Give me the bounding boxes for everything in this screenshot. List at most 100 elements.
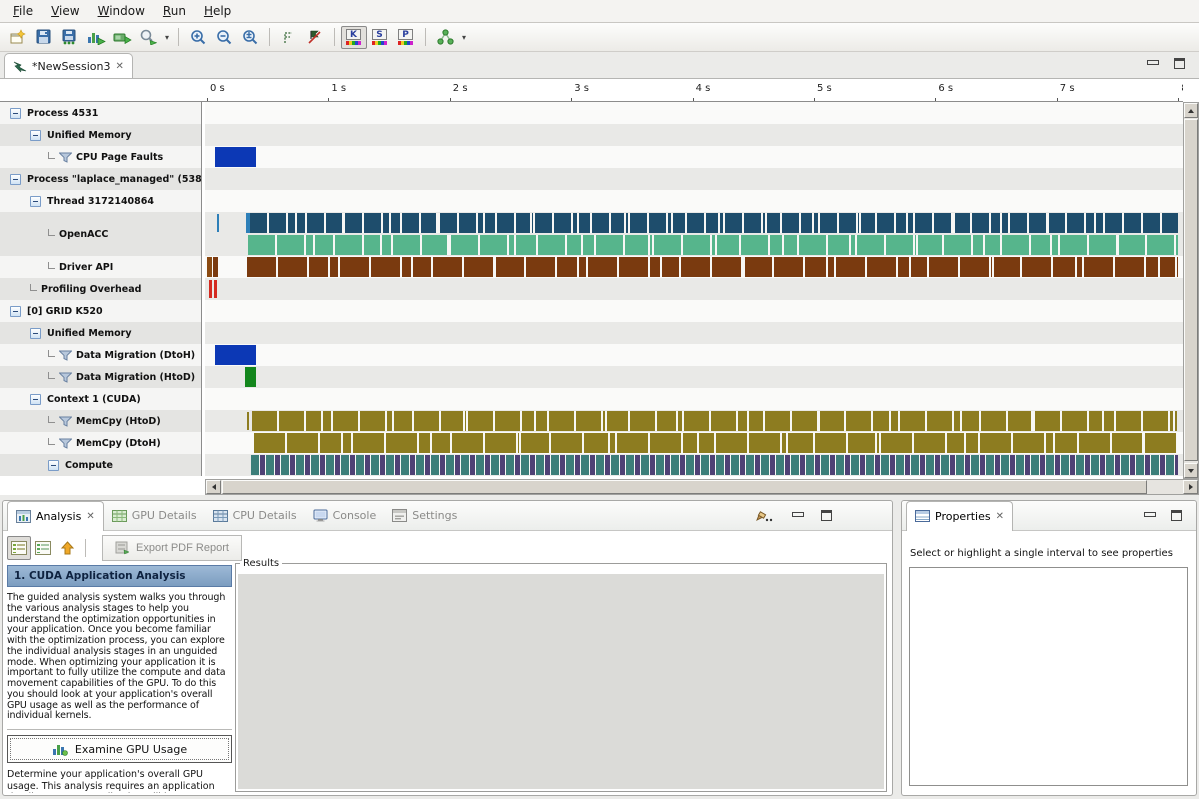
tab-properties[interactable]: Properties ✕ [906, 501, 1013, 531]
row-label-thread-3172140864[interactable]: Thread 3172140864 [0, 190, 201, 212]
timeline-interval[interactable] [247, 257, 1178, 277]
scroll-left-arrow[interactable] [206, 480, 221, 494]
timeline-interval[interactable] [209, 280, 212, 298]
row-label-data-migration-htod[interactable]: Data Migration (HtoD) [0, 366, 201, 388]
collapse-icon[interactable] [10, 174, 21, 185]
scroll-right-arrow[interactable] [1183, 480, 1198, 494]
close-icon[interactable]: ✕ [115, 61, 123, 72]
tab-console[interactable]: Console [305, 501, 385, 530]
analyze-dropdown-button[interactable] [135, 26, 161, 49]
dropdown-caret-icon[interactable]: ▾ [162, 33, 172, 42]
collapse-icon[interactable] [10, 108, 21, 119]
new-session-button[interactable] [5, 26, 31, 49]
menu-window[interactable]: Window [89, 1, 154, 21]
row-track-memcpy-dtoh[interactable] [205, 432, 1183, 454]
horizontal-scroll-thumb[interactable] [222, 480, 1147, 494]
scroll-up-arrow[interactable] [1184, 103, 1198, 118]
row-track-thread-3172140864[interactable] [205, 190, 1183, 212]
timeline-interval[interactable] [248, 235, 1178, 255]
row-track-cpu-page-faults[interactable] [205, 146, 1183, 168]
close-icon[interactable]: ✕ [996, 511, 1004, 522]
collapse-icon[interactable] [10, 306, 21, 317]
tab-newsession3[interactable]: *NewSession3 ✕ [4, 53, 133, 78]
timeline-interval[interactable] [207, 257, 212, 277]
minimize-icon[interactable] [792, 510, 803, 521]
minimize-icon[interactable] [1144, 510, 1155, 521]
menu-view[interactable]: View [42, 1, 88, 21]
resume-application-button[interactable] [109, 26, 135, 49]
row-label-profiling-overhead[interactable]: Profiling Overhead [0, 278, 201, 300]
remove-marker-button[interactable] [302, 26, 328, 49]
tab-gpu-details[interactable]: GPU Details [104, 501, 205, 530]
row-label-unified-memory[interactable]: Unified Memory [0, 322, 201, 344]
maximize-icon[interactable] [1174, 58, 1185, 69]
row-label-memcpy-dtoh[interactable]: MemCpy (DtoH) [0, 432, 201, 454]
unguided-analysis-view-icon[interactable] [31, 536, 55, 560]
collapse-icon[interactable] [30, 130, 41, 141]
profile-application-button[interactable] [83, 26, 109, 49]
maximize-icon[interactable] [1171, 510, 1182, 521]
row-track-compute[interactable] [205, 454, 1183, 476]
row-label-memcpy-htod[interactable]: MemCpy (HtoD) [0, 410, 201, 432]
close-icon[interactable]: ✕ [86, 511, 94, 522]
save-all-button[interactable] [57, 26, 83, 49]
tab-settings[interactable]: Settings [384, 501, 465, 530]
row-track-unified-memory[interactable] [205, 124, 1183, 146]
timeline-interval[interactable] [213, 257, 218, 277]
timeline-interval[interactable] [217, 214, 219, 232]
timeline-interval[interactable] [254, 433, 1177, 453]
row-label-openacc[interactable]: OpenACC [0, 212, 201, 256]
maximize-icon[interactable] [821, 510, 832, 521]
color-by-process-button[interactable]: P [393, 26, 419, 49]
goto-source-marker-button[interactable] [276, 26, 302, 49]
row-label-compute[interactable]: Compute [0, 454, 201, 476]
color-by-stream-button[interactable]: S [367, 26, 393, 49]
row-label-data-migration-dtoh[interactable]: Data Migration (DtoH) [0, 344, 201, 366]
vertical-scrollbar[interactable] [1183, 102, 1199, 479]
row-label-cpu-page-faults[interactable]: CPU Page Faults [0, 146, 201, 168]
timeline-interval[interactable] [250, 213, 1177, 233]
zoom-out-button[interactable] [211, 26, 237, 49]
row-track-driver-api[interactable] [205, 256, 1183, 278]
dropdown-caret-icon[interactable]: ▾ [459, 33, 469, 42]
row-label-0-grid-k520[interactable]: [0] GRID K520 [0, 300, 201, 322]
row-label-context-1-cuda[interactable]: Context 1 (CUDA) [0, 388, 201, 410]
zoom-reset-button[interactable] [237, 26, 263, 49]
minimize-icon[interactable] [1147, 58, 1158, 69]
row-track-process-4531[interactable] [205, 102, 1183, 124]
row-track-openacc[interactable] [205, 212, 1183, 256]
timeline-interval[interactable] [252, 411, 1177, 431]
collapse-icon[interactable] [30, 394, 41, 405]
row-label-process-4531[interactable]: Process 4531 [0, 102, 201, 124]
timeline-interval[interactable] [215, 345, 255, 365]
timeline-ruler[interactable]: 0 s1 s2 s3 s4 s5 s6 s7 s8 [205, 79, 1183, 102]
row-track-unified-memory[interactable] [205, 322, 1183, 344]
collapse-icon[interactable] [30, 196, 41, 207]
export-pdf-button[interactable]: Export PDF Report [102, 535, 242, 561]
row-track-memcpy-htod[interactable] [205, 410, 1183, 432]
timeline-interval[interactable] [214, 280, 217, 298]
row-label-process-laplace-managed-538[interactable]: Process "laplace_managed" (538) [0, 168, 201, 190]
row-track-profiling-overhead[interactable] [205, 278, 1183, 300]
menu-run[interactable]: Run [154, 1, 195, 21]
timeline-interval[interactable] [251, 455, 1178, 475]
vertical-scroll-thumb[interactable] [1184, 119, 1198, 461]
timeline-interval[interactable] [215, 147, 255, 167]
dependency-analysis-dropdown-button[interactable] [432, 26, 458, 49]
scroll-down-arrow[interactable] [1184, 463, 1198, 478]
row-track-data-migration-htod[interactable] [205, 366, 1183, 388]
tab-cpu-details[interactable]: CPU Details [205, 501, 305, 530]
zoom-in-button[interactable] [185, 26, 211, 49]
back-up-icon[interactable] [55, 536, 79, 560]
examine-gpu-usage-button[interactable]: Examine GPU Usage [7, 735, 232, 763]
timeline-interval[interactable] [247, 412, 249, 430]
row-track-data-migration-dtoh[interactable] [205, 344, 1183, 366]
menu-file[interactable]: File [4, 1, 42, 21]
row-track-process-laplace-managed-538[interactable] [205, 168, 1183, 190]
tab-analysis[interactable]: Analysis✕ [7, 501, 104, 531]
guided-analysis-view-icon[interactable] [7, 536, 31, 560]
row-label-driver-api[interactable]: Driver API [0, 256, 201, 278]
save-button[interactable] [31, 26, 57, 49]
collapse-icon[interactable] [30, 328, 41, 339]
color-by-kernel-button[interactable]: K [341, 26, 367, 49]
